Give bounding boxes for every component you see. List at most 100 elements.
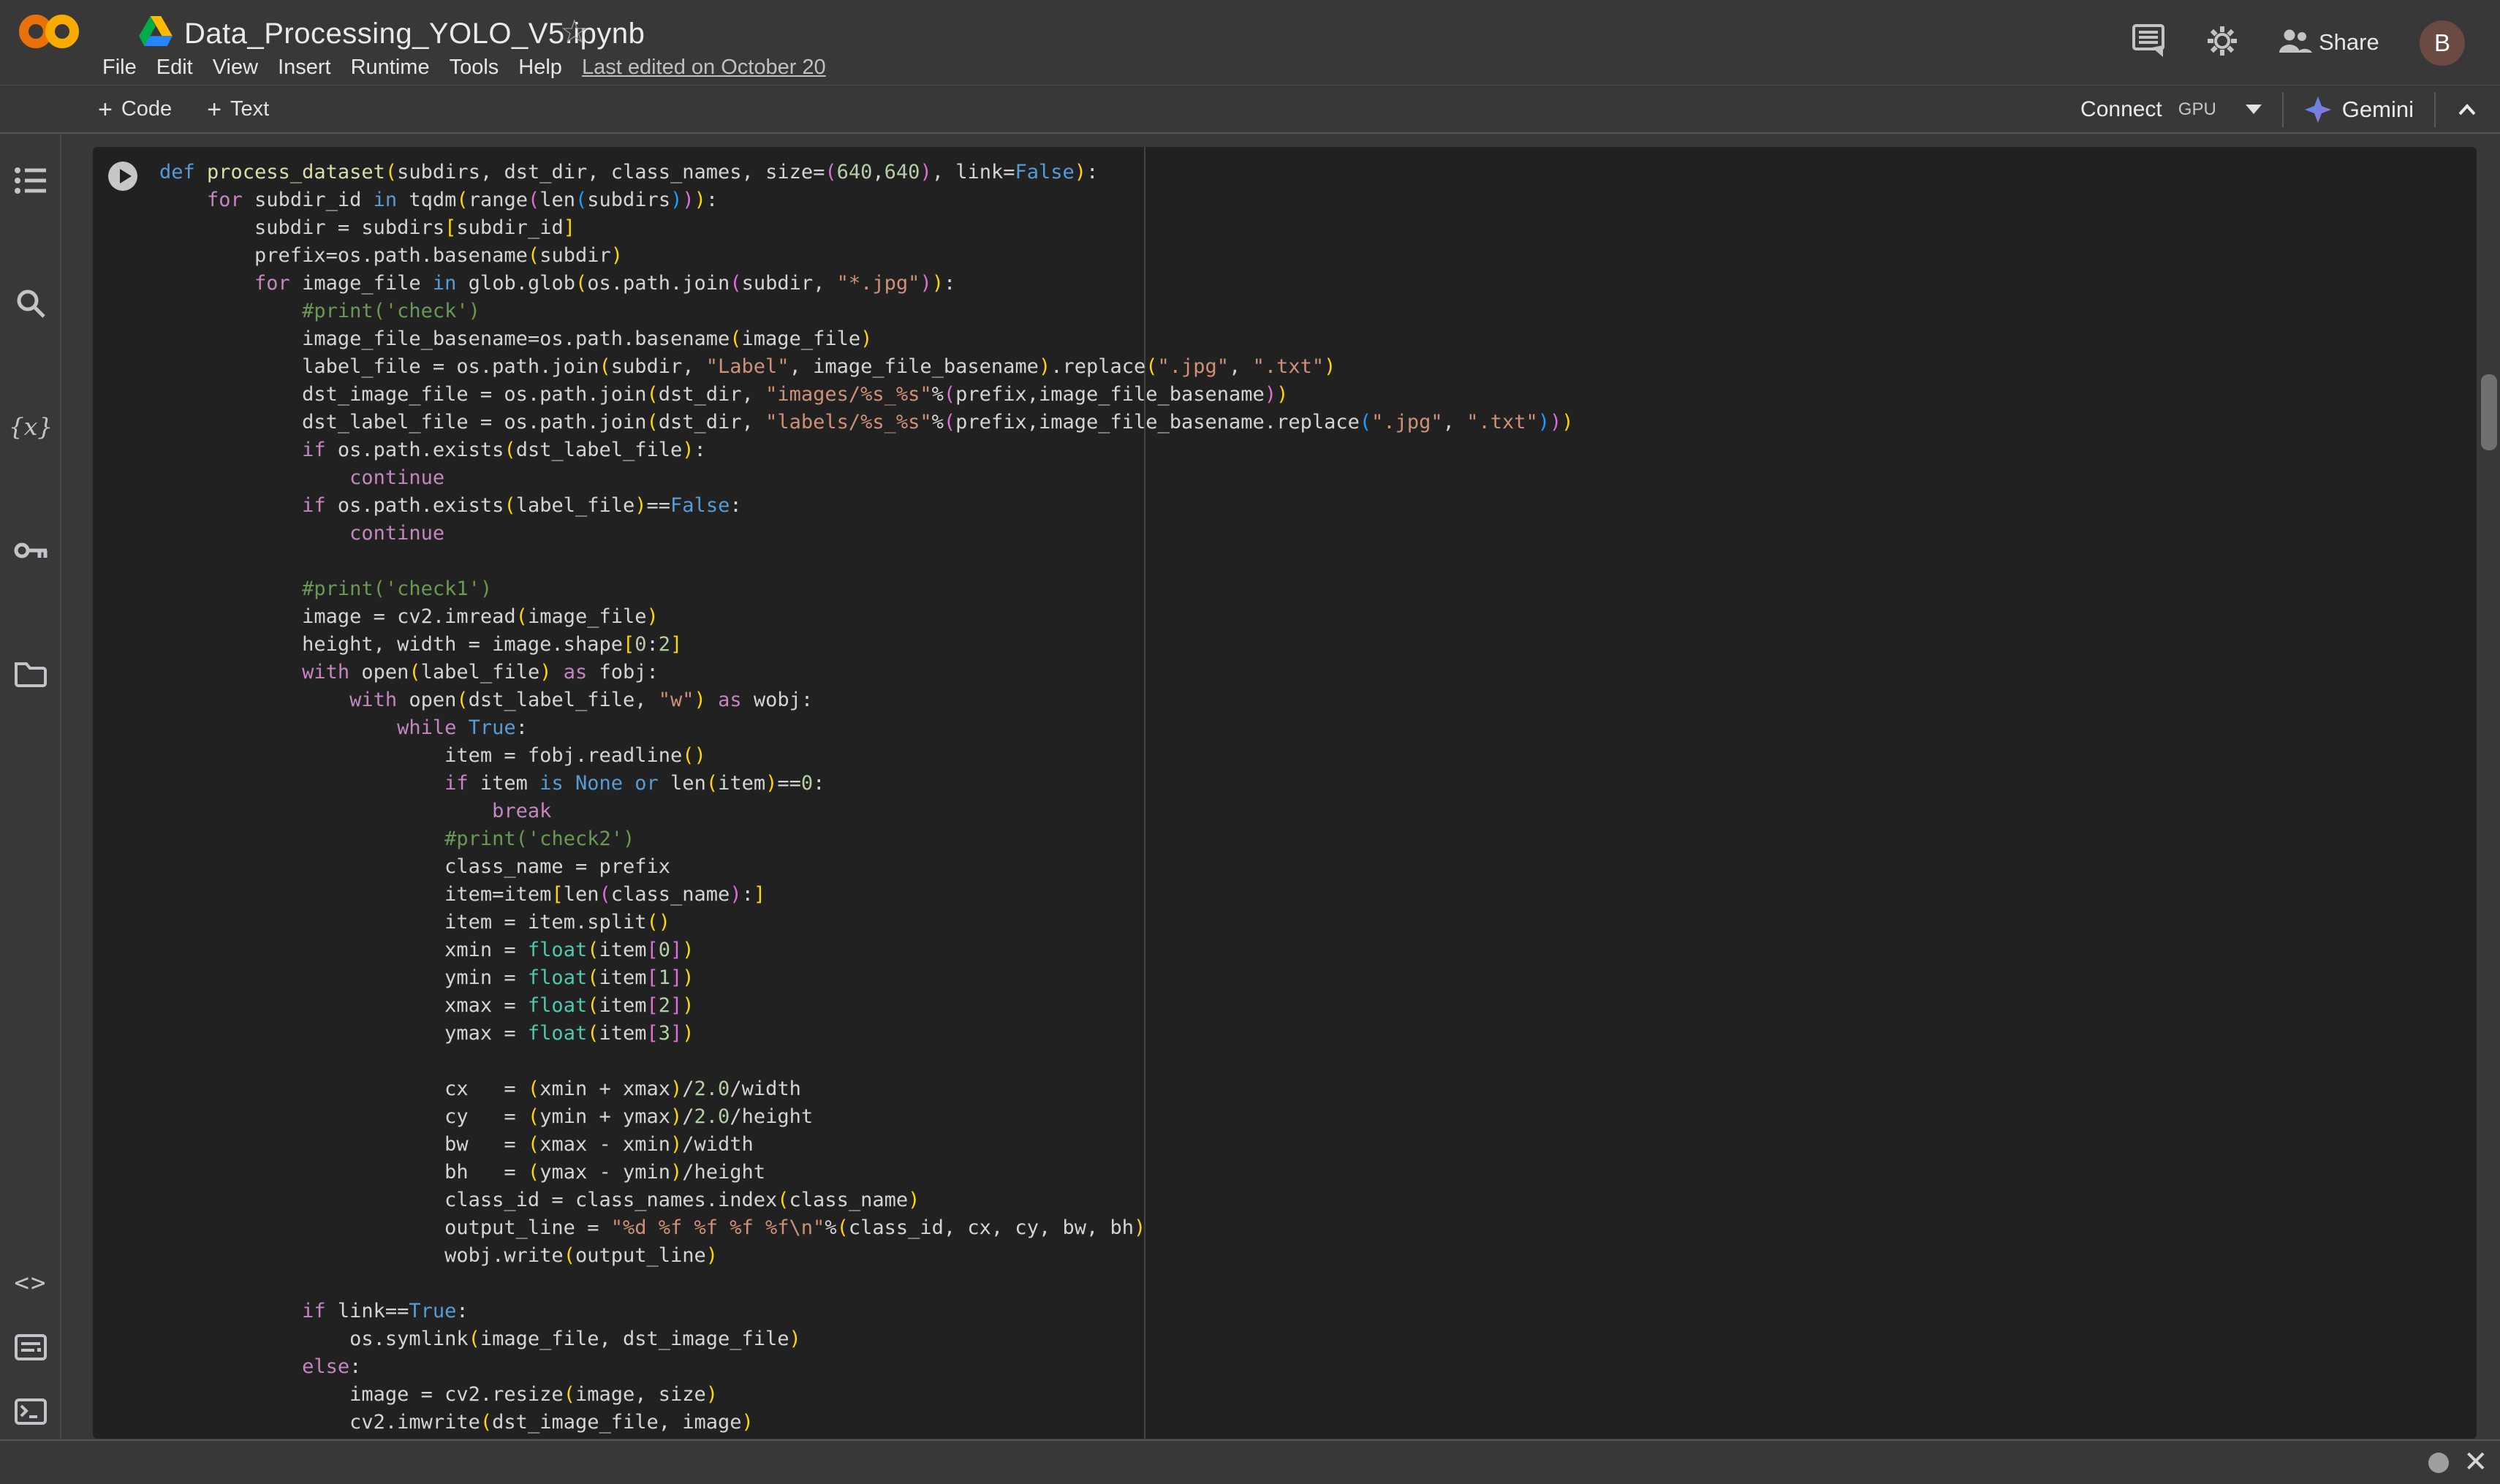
add-code-button[interactable]: + Code: [98, 97, 172, 122]
play-icon: [120, 169, 132, 183]
variables-icon[interactable]: {x}: [13, 409, 48, 444]
code-cell[interactable]: def process_dataset(subdirs, dst_dir, cl…: [93, 147, 2477, 1439]
star-icon[interactable]: ☆: [560, 13, 588, 50]
code-line: while True:: [159, 714, 1574, 742]
code-line: xmin = float(item[0]): [159, 936, 1574, 964]
colab-logo-ring-right: [45, 15, 79, 48]
code-line: item=item[len(class_name):]: [159, 881, 1574, 909]
code-line: image = cv2.resize(image, size): [159, 1381, 1574, 1409]
code-line: def process_dataset(subdirs, dst_dir, cl…: [159, 159, 1574, 186]
code-line: cv2.imwrite(dst_image_file, image): [159, 1409, 1574, 1436]
last-edited-link[interactable]: Last edited on October 20: [582, 56, 826, 80]
code-line: #print('check2'): [159, 825, 1574, 853]
code-line: [159, 548, 1574, 575]
code-line: label_file = os.path.join(subdir, "Label…: [159, 353, 1574, 381]
header: Data_Processing_YOLO_V5.ipynb ☆ File Edi…: [0, 0, 2500, 86]
gemini-label: Gemini: [2342, 96, 2414, 123]
code-line: class_id = class_names.index(class_name): [159, 1186, 1574, 1214]
left-sidebar: {x} <>: [0, 134, 61, 1439]
bottom-status-bar: ✕: [0, 1439, 2500, 1484]
code-line: if os.path.exists(label_file)==False:: [159, 492, 1574, 520]
plus-icon: +: [98, 97, 113, 122]
code-line: output_line = "%d %f %f %f %f\n"%(class_…: [159, 1214, 1574, 1242]
avatar[interactable]: B: [2420, 20, 2465, 66]
menu-item-file[interactable]: File: [102, 56, 137, 80]
secrets-key-icon[interactable]: [13, 533, 48, 568]
code-line: else:: [159, 1353, 1574, 1381]
code-line: os.symlink(image_file, dst_image_file): [159, 1325, 1574, 1353]
code-line: subdir = subdirs[subdir_id]: [159, 214, 1574, 242]
gemini-spark-icon: [2304, 96, 2332, 124]
collapse-header-chevron-icon[interactable]: [2456, 101, 2478, 118]
close-panel-icon[interactable]: ✕: [2463, 1445, 2488, 1479]
toolbar: + Code + Text Connect GPU: [0, 86, 2500, 134]
code-line: item = item.split(): [159, 909, 1574, 936]
code-line: xmax = float(item[2]): [159, 992, 1574, 1020]
toolbar-divider: [2434, 92, 2436, 127]
table-of-contents-icon[interactable]: [13, 163, 48, 198]
toolbar-right: Connect GPU Gemini: [2080, 86, 2478, 132]
add-code-label: Code: [121, 97, 172, 121]
menu-item-tools[interactable]: Tools: [450, 56, 499, 80]
plus-icon: +: [207, 97, 221, 122]
code-line: for subdir_id in tqdm(range(len(subdirs)…: [159, 186, 1574, 214]
code-line: [159, 1270, 1574, 1298]
code-line: ymax = float(item[3]): [159, 1020, 1574, 1048]
code-line: ymin = float(item[1]): [159, 964, 1574, 992]
code-line: prefix=os.path.basename(subdir): [159, 242, 1574, 270]
code-editor[interactable]: def process_dataset(subdirs, dst_dir, cl…: [159, 159, 1574, 1436]
add-text-label: Text: [230, 97, 269, 121]
code-line: continue: [159, 520, 1574, 548]
menubar: File Edit View Insert Runtime Tools Help…: [102, 56, 826, 80]
notebook-scrollbar-thumb[interactable]: [2481, 374, 2497, 450]
settings-gear-icon[interactable]: [2205, 23, 2240, 58]
search-icon[interactable]: [13, 286, 48, 321]
code-line: if item is None or len(item)==0:: [159, 770, 1574, 798]
code-line: dst_image_file = os.path.join(dst_dir, "…: [159, 381, 1574, 409]
colab-logo-icon[interactable]: [19, 12, 80, 51]
command-palette-icon[interactable]: [13, 1330, 48, 1365]
code-line: image = cv2.imread(image_file): [159, 603, 1574, 631]
code-line: class_name = prefix: [159, 853, 1574, 881]
menu-item-edit[interactable]: Edit: [156, 56, 193, 80]
code-line: height, width = image.shape[0:2]: [159, 631, 1574, 659]
files-folder-icon[interactable]: [13, 656, 48, 691]
colab-app: Data_Processing_YOLO_V5.ipynb ☆ File Edi…: [0, 0, 2500, 1484]
code-line: continue: [159, 464, 1574, 492]
code-line: dst_label_file = os.path.join(dst_dir, "…: [159, 409, 1574, 436]
code-line: if link==True:: [159, 1298, 1574, 1325]
add-text-button[interactable]: + Text: [207, 97, 269, 122]
code-line: [159, 1048, 1574, 1075]
code-line: wobj.write(output_line): [159, 1242, 1574, 1270]
toolbar-left: + Code + Text: [98, 86, 269, 132]
code-line: #print('check'): [159, 298, 1574, 325]
comments-icon[interactable]: [2132, 23, 2165, 58]
code-line: if os.path.exists(dst_label_file):: [159, 436, 1574, 464]
code-line: for image_file in glob.glob(os.path.join…: [159, 270, 1574, 298]
code-line: break: [159, 798, 1574, 825]
code-line: with open(label_file) as fobj:: [159, 659, 1574, 686]
code-line: bw = (xmax - xmin)/width: [159, 1131, 1574, 1159]
terminal-icon[interactable]: [13, 1394, 48, 1429]
code-line: with open(dst_label_file, "w") as wobj:: [159, 686, 1574, 714]
code-line: cy = (ymin + ymax)/2.0/height: [159, 1103, 1574, 1131]
code-line: #print('check1'): [159, 575, 1574, 603]
gemini-button[interactable]: Gemini: [2304, 96, 2414, 124]
connect-button[interactable]: Connect: [2080, 97, 2162, 122]
menu-item-help[interactable]: Help: [518, 56, 562, 80]
run-cell-button[interactable]: [108, 162, 137, 191]
share-people-icon[interactable]: [2278, 26, 2313, 57]
menu-item-insert[interactable]: Insert: [278, 56, 331, 80]
code-line: item = fobj.readline(): [159, 742, 1574, 770]
code-snippets-icon[interactable]: <>: [13, 1265, 48, 1301]
code-line: cx = (xmin + xmax)/2.0/width: [159, 1075, 1574, 1103]
code-line: bh = (ymax - ymin)/height: [159, 1159, 1574, 1186]
code-line: image_file_basename=os.path.basename(ima…: [159, 325, 1574, 353]
connect-dropdown-arrow-icon[interactable]: [2246, 105, 2262, 114]
share-button[interactable]: Share: [2319, 29, 2379, 56]
menu-item-view[interactable]: View: [213, 56, 258, 80]
status-dot-icon[interactable]: [2428, 1453, 2449, 1473]
drive-icon: [139, 16, 173, 46]
menu-item-runtime[interactable]: Runtime: [351, 56, 430, 80]
toolbar-divider: [2282, 92, 2284, 127]
